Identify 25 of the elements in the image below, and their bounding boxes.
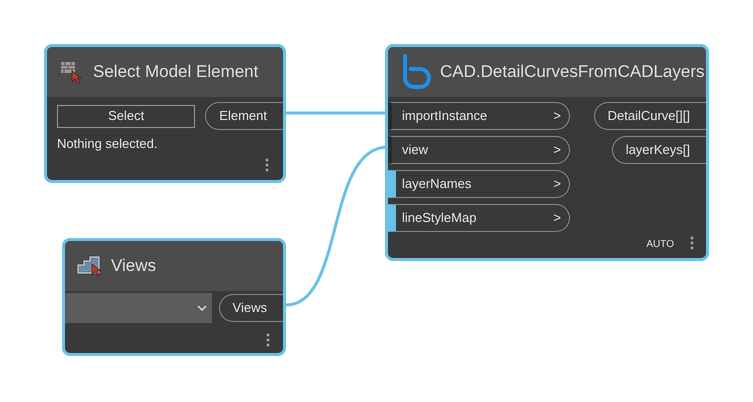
- node-title: Views: [111, 255, 156, 278]
- node-title: Select Model Element: [93, 61, 258, 84]
- lacing-label: AUTO: [646, 240, 674, 250]
- chevron-down-icon: [196, 304, 207, 312]
- input-port[interactable]: layerNames >: [388, 170, 570, 198]
- letter-b-icon: [400, 54, 432, 90]
- input-port[interactable]: importInstance >: [388, 102, 570, 130]
- output-port[interactable]: layerKeys[]: [612, 136, 706, 164]
- node-title: CAD.DetailCurvesFromCADLayers: [440, 61, 705, 84]
- select-button[interactable]: Select: [57, 104, 196, 128]
- input-port[interactable]: lineStyleMap >: [388, 204, 570, 232]
- more-icon[interactable]: [265, 158, 269, 172]
- status-text: Nothing selected.: [57, 135, 158, 153]
- input-port[interactable]: view >: [388, 136, 570, 164]
- more-icon[interactable]: [266, 333, 270, 347]
- node-card[interactable]: Views Views: [62, 238, 286, 356]
- node-card[interactable]: CAD.DetailCurvesFromCADLayers importInstance > view > layerNames > lineStyleMap > DetailCurve[][] layerKeys[] AUTO: [385, 44, 709, 261]
- output-port[interactable]: Element: [205, 102, 283, 130]
- steps-cursor-icon: [77, 255, 103, 277]
- more-icon[interactable]: [690, 236, 694, 250]
- dropdown-field[interactable]: [65, 293, 212, 323]
- output-port[interactable]: DetailCurve[][]: [594, 102, 706, 130]
- node-card[interactable]: Select Model Element Select Element Nothing selected.: [44, 44, 286, 183]
- output-port[interactable]: Views: [218, 294, 283, 322]
- brick-wall-cursor-icon: [59, 59, 85, 85]
